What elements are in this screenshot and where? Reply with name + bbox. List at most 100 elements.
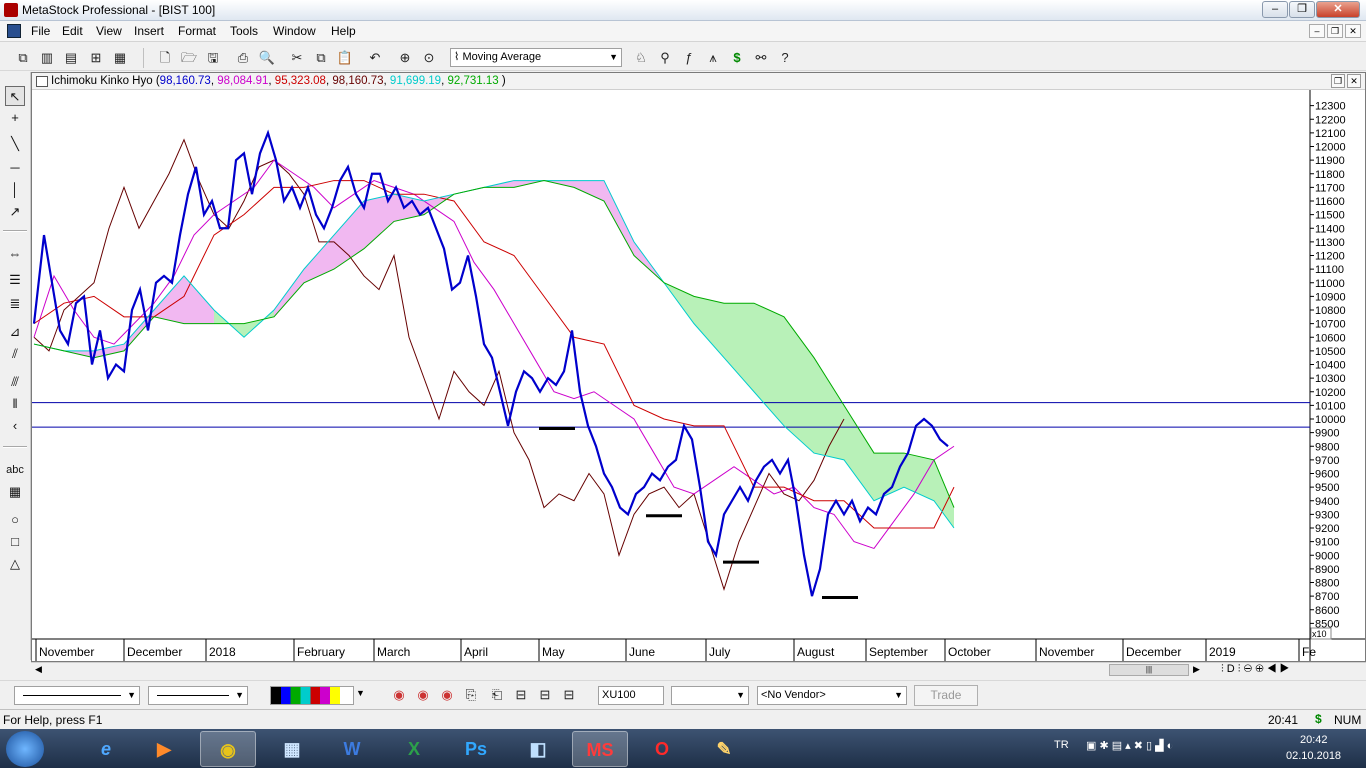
fibonacci-tool-icon[interactable]: ⇔: [5, 244, 25, 264]
chart-close-button[interactable]: ✕: [1347, 74, 1361, 88]
chevron-down-icon: ▼: [736, 690, 745, 700]
binoculars-icon[interactable]: ⚯: [752, 49, 770, 67]
open-folder-icon[interactable]: 🗁: [180, 49, 198, 67]
cascade-icon[interactable]: ▦: [111, 49, 129, 67]
chrome-like-icon[interactable]: ◉: [390, 686, 408, 704]
undo-icon[interactable]: ↶: [366, 49, 384, 67]
vertical-line-tool-icon[interactable]: │: [5, 180, 25, 200]
formula-icon[interactable]: ƒ: [680, 49, 698, 67]
channel-tool-icon[interactable]: ‹: [5, 416, 25, 436]
system-tester-icon[interactable]: ⩚: [704, 49, 722, 67]
cut-icon[interactable]: ✂: [288, 49, 306, 67]
table-tool-icon[interactable]: ▦: [5, 482, 25, 502]
chart-scrollbar[interactable]: ◀ ||| ▶ ⫶ D ⫶ ⊖ ⊕ ◀ ▶: [31, 662, 1366, 678]
mdi-minimize-button[interactable]: –: [1309, 24, 1325, 38]
word-icon[interactable]: W: [324, 731, 380, 767]
line-style-select[interactable]: ▼: [14, 686, 140, 705]
scroll-left-icon[interactable]: ◀: [35, 664, 42, 675]
language-indicator[interactable]: TR: [1054, 739, 1069, 751]
metastock-taskbar-icon[interactable]: MS: [572, 731, 628, 767]
tray-icons[interactable]: ▣ ✱ ▤ ▴ ✖ ▯ ▟ ◐: [1086, 739, 1173, 752]
chevron-down-icon[interactable]: ▼: [356, 688, 365, 698]
inner-window-icon[interactable]: ⊟: [560, 686, 578, 704]
restore-button[interactable]: ❐: [1289, 1, 1315, 18]
mdi-restore-button[interactable]: ❐: [1327, 24, 1343, 38]
new-file-icon[interactable]: 🗋: [156, 49, 174, 67]
paint-icon[interactable]: ✎: [696, 731, 752, 767]
triangle-tool-icon[interactable]: △: [5, 554, 25, 574]
menu-insert[interactable]: Insert: [134, 24, 164, 38]
close-button[interactable]: ✕: [1316, 1, 1360, 18]
media-player-icon[interactable]: ▶: [136, 731, 192, 767]
chrome-like-icon[interactable]: ◉: [414, 686, 432, 704]
excel-icon[interactable]: X: [386, 731, 442, 767]
internet-explorer-icon[interactable]: e: [78, 731, 134, 767]
chart-export-icon[interactable]: ⎗: [488, 686, 506, 704]
andrews-tool-icon[interactable]: ⫻: [5, 372, 25, 392]
trade-button[interactable]: Trade: [914, 685, 978, 706]
grid-icon[interactable]: ⊞: [87, 49, 105, 67]
menu-tools[interactable]: Tools: [230, 24, 258, 38]
tile-vertical-icon[interactable]: ▥: [38, 49, 56, 67]
tile-horizontal-icon[interactable]: ▤: [62, 49, 80, 67]
color-palette[interactable]: [270, 686, 354, 705]
paste-icon[interactable]: 📋: [336, 49, 354, 67]
save-icon[interactable]: 🖫: [204, 49, 222, 67]
scroll-thumb[interactable]: |||: [1109, 664, 1189, 676]
y-tick-label: 9600: [1315, 469, 1339, 481]
menu-format[interactable]: Format: [178, 24, 216, 38]
period-select[interactable]: ▼: [671, 686, 749, 705]
opera-icon[interactable]: O: [634, 731, 690, 767]
print-icon[interactable]: ⎙: [234, 49, 252, 67]
inner-window-icon[interactable]: ⊟: [536, 686, 554, 704]
files-icon[interactable]: ◧: [510, 731, 566, 767]
chart-restore-button[interactable]: ❐: [1331, 74, 1345, 88]
layout-icon[interactable]: ⧉: [14, 49, 32, 67]
scroll-right-icon[interactable]: ▶: [1193, 664, 1200, 675]
speed-line-tool-icon[interactable]: ↗: [5, 202, 25, 222]
calculator-icon[interactable]: ▦: [264, 731, 320, 767]
minimize-button[interactable]: –: [1262, 1, 1288, 18]
crosshair-icon[interactable]: ⊕: [396, 49, 414, 67]
ellipse-tool-icon[interactable]: ○: [5, 510, 25, 530]
chrome-icon[interactable]: ◉: [200, 731, 256, 767]
print-preview-icon[interactable]: 🔍: [258, 49, 276, 67]
chart-import-icon[interactable]: ⎘: [462, 686, 480, 704]
horizontal-line-tool-icon[interactable]: ─: [5, 158, 25, 178]
fan-tool-icon[interactable]: ⫽: [5, 344, 25, 364]
start-button[interactable]: [6, 731, 44, 767]
mdi-close-button[interactable]: ✕: [1345, 24, 1361, 38]
cycle-tool-icon[interactable]: ‖: [5, 394, 25, 414]
explorer-icon[interactable]: ⚲: [656, 49, 674, 67]
chrome-like-icon[interactable]: ◉: [438, 686, 456, 704]
inner-window-icon[interactable]: ⊟: [512, 686, 530, 704]
menu-edit[interactable]: Edit: [62, 24, 83, 38]
menu-view[interactable]: View: [96, 24, 122, 38]
indicator-select[interactable]: ⌇ Moving Average ▼: [450, 48, 622, 67]
zoom-controls[interactable]: ⫶ D ⫶ ⊖ ⊕ ◀ ▶: [1221, 663, 1289, 676]
dollar-icon[interactable]: $: [728, 49, 746, 67]
expert-advisor-icon[interactable]: ♘: [632, 49, 650, 67]
rectangle-tool-icon[interactable]: □: [5, 532, 25, 552]
line-weight-select[interactable]: ▼: [148, 686, 248, 705]
document-icon[interactable]: [7, 24, 21, 38]
pointer-tool-icon[interactable]: ↖: [5, 86, 25, 106]
text-tool-icon[interactable]: abc: [5, 460, 25, 480]
crosshair-tool-icon[interactable]: +: [5, 108, 25, 128]
menu-window[interactable]: Window: [273, 24, 316, 38]
help-pointer-icon[interactable]: ?: [776, 49, 794, 67]
trendline-tool-icon[interactable]: ╲: [5, 134, 25, 154]
symbol-input[interactable]: XU100: [598, 686, 664, 705]
menu-file[interactable]: File: [31, 24, 50, 38]
clock-date[interactable]: 02.10.2018: [1286, 750, 1341, 762]
menu-help[interactable]: Help: [331, 24, 356, 38]
copy-icon[interactable]: ⧉: [312, 49, 330, 67]
retracement-tool-icon[interactable]: ☰: [5, 270, 25, 290]
clock-time[interactable]: 20:42: [1300, 734, 1328, 746]
vendor-select[interactable]: <No Vendor> ▼: [757, 686, 907, 705]
ichimoku-chart[interactable]: 8500860087008800890090009100920093009400…: [32, 90, 1365, 661]
photoshop-icon[interactable]: Ps: [448, 731, 504, 767]
zoom-icon[interactable]: ⊙: [420, 49, 438, 67]
arcs-tool-icon[interactable]: ≣: [5, 294, 25, 314]
gann-tool-icon[interactable]: ⊿: [5, 322, 25, 342]
